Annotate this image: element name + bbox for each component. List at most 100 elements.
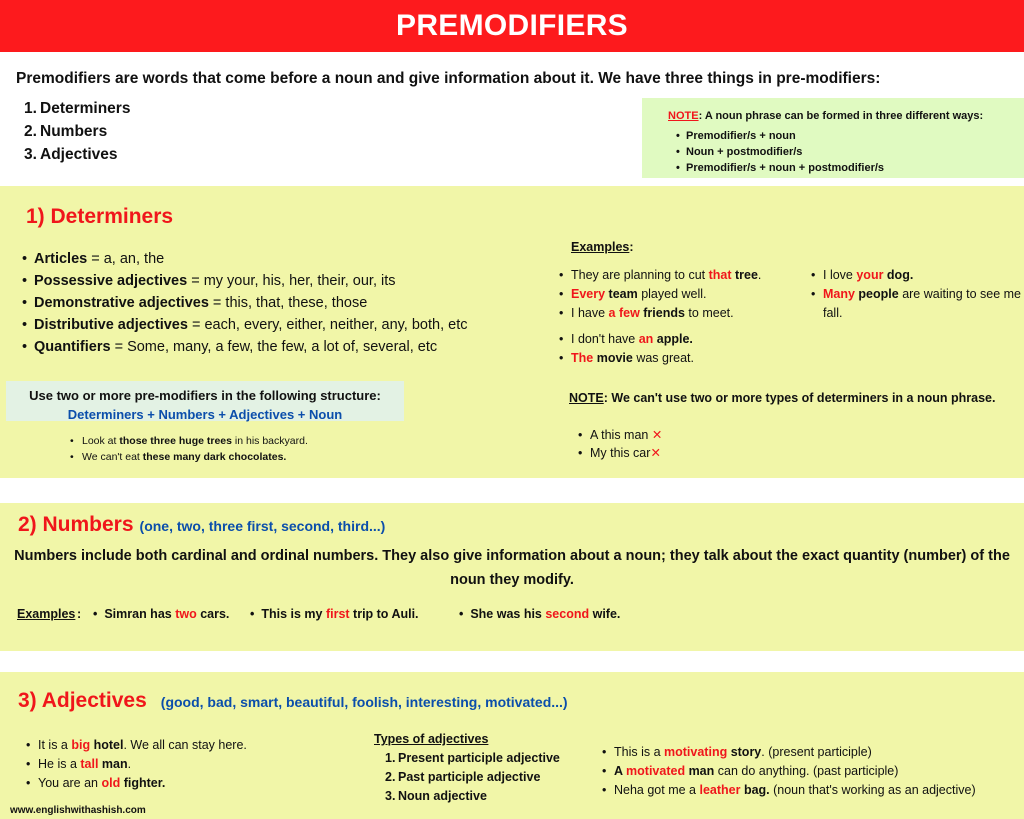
item-number: 1.	[24, 100, 37, 117]
item-number: 2.	[385, 770, 396, 784]
adjectives-heading: 3) Adjectives (good, bad, smart, beautifu…	[18, 689, 568, 713]
note-label: NOTE	[569, 391, 604, 405]
text: Look at	[82, 435, 120, 447]
text: .	[127, 757, 132, 771]
highlight: motivated	[626, 764, 686, 778]
determiner-examples-col1b: I don't have an apple. The movie was gre…	[571, 330, 694, 368]
examples-label: Examples	[17, 607, 76, 621]
noun: man	[98, 757, 128, 771]
term: Distributive adjectives	[34, 317, 188, 333]
intro-text: Premodifiers are words that come before …	[16, 70, 881, 87]
text: was great.	[632, 351, 694, 365]
adjectives-title: 3) Adjectives	[18, 689, 147, 712]
list-item: 2. Past participle adjective	[385, 768, 560, 787]
values: = Some, many, a few, the few, a lot of, …	[110, 339, 438, 355]
example-item: • Simran has two cars.	[93, 607, 230, 621]
noun: movie	[593, 351, 633, 365]
highlight: second	[545, 607, 590, 621]
text: We can't eat	[82, 451, 143, 463]
adjective-examples: It is a big hotel. We all can stay here.…	[38, 736, 247, 793]
list-item: 1. Determiners	[24, 97, 130, 120]
numbers-description: Numbers include both cardinal and ordina…	[14, 548, 1010, 588]
example-item: He is a tall man.	[38, 755, 247, 774]
numbers-subtitle: (one, two, three first, second, third...…	[139, 518, 386, 534]
highlight: your	[856, 268, 884, 282]
cross-icon: ✕	[650, 446, 661, 460]
text: .	[757, 268, 762, 282]
highlight: leather	[699, 783, 741, 797]
example-item: I love your dog.	[823, 266, 1023, 285]
list-item: 3. Adjectives	[24, 143, 130, 166]
structure-examples: Look at those three huge trees in his ba…	[82, 433, 308, 465]
values: = a, an, the	[87, 251, 165, 267]
numbers-examples: Examples: • Simran has two cars. • This …	[17, 607, 1017, 627]
example-item: Every team played well.	[571, 285, 761, 304]
text: Neha got me a	[614, 783, 700, 797]
term: Quantifiers	[34, 339, 111, 355]
text: I don't have	[571, 332, 639, 346]
text: My this car	[590, 446, 651, 460]
text: This is a	[614, 745, 665, 759]
note-text: : A noun phrase can be formed in three d…	[698, 110, 984, 122]
item-number: 3.	[24, 146, 37, 163]
text: A this man	[590, 428, 652, 442]
text: . We all can stay here.	[123, 738, 247, 752]
adjective-types-list: 1. Present participle adjective 2. Past pa…	[385, 749, 560, 806]
text: A	[614, 764, 627, 778]
note-text: : We can't use two or more types of dete…	[603, 391, 996, 405]
highlight: Every	[571, 287, 606, 301]
highlight: that	[708, 268, 732, 282]
noun: team	[605, 287, 638, 301]
note-box: NOTE: A noun phrase can be formed in thr…	[642, 98, 1024, 178]
example-item: Many people are waiting to see me fall.	[823, 285, 1023, 323]
list-item: Articles = a, an, the	[34, 248, 468, 270]
list-item: Distributive adjectives = each, every, e…	[34, 314, 468, 336]
numbers-title: 2) Numbers	[18, 513, 134, 536]
structure-box: Use two or more pre-modifiers in the fol…	[6, 381, 404, 422]
text: They are planning to cut	[571, 268, 709, 282]
determiner-types-list: Articles = a, an, the Possessive adjecti…	[34, 248, 468, 358]
text: can do anything. (past participle)	[714, 764, 899, 778]
text: This is my	[261, 607, 326, 621]
noun: tree	[731, 268, 758, 282]
example-item: Neha got me a leather bag. (noun that's …	[614, 781, 976, 800]
examples-label: Examples	[571, 240, 630, 254]
adjectives-subtitle: (good, bad, smart, beautiful, foolish, i…	[160, 694, 568, 710]
values: = each, every, either, neither, any, bot…	[187, 317, 468, 333]
example-item: • She was his second wife.	[459, 607, 621, 621]
highlight: first	[325, 607, 350, 621]
list-item: Noun + postmodifier/s	[686, 144, 884, 160]
determiners-title: 1) Determiners	[26, 205, 174, 228]
noun: man	[685, 764, 715, 778]
highlight: an	[638, 332, 654, 346]
website-link[interactable]: www.englishwithashish.com	[10, 805, 146, 816]
noun: dog.	[883, 268, 914, 282]
text: in his backyard.	[232, 435, 308, 447]
numbers-heading: 2) Numbers (one, two, three first, second…	[18, 513, 385, 537]
structure-formula: Determiners + Numbers + Adjectives + Nou…	[67, 407, 343, 422]
text: (noun that's working as an adjective)	[769, 783, 976, 797]
determiner-examples-col2: I love your dog. Many people are waiting…	[823, 266, 1023, 323]
list-item: 3. Noun adjective	[385, 787, 560, 806]
example-item: A motivated man can do anything. (past p…	[614, 762, 976, 781]
highlight: tall	[80, 757, 99, 771]
highlight: old	[101, 776, 121, 790]
noun: friends	[639, 306, 685, 320]
text: Simran has	[104, 607, 176, 621]
highlight: a few	[608, 306, 640, 320]
item-label: Adjectives	[40, 146, 118, 163]
item-number: 2.	[24, 123, 37, 140]
noun: hotel	[90, 738, 124, 752]
highlight: big	[71, 738, 91, 752]
note-list: Premodifier/s + noun Noun + postmodifier…	[686, 128, 884, 176]
list-item: Possessive adjectives = my your, his, he…	[34, 270, 468, 292]
noun: apple.	[653, 332, 693, 346]
list-item: Demonstrative adjectives = this, that, t…	[34, 292, 468, 314]
determiner-note: NOTE: We can't use two or more types of …	[569, 391, 995, 405]
term: Possessive adjectives	[34, 273, 188, 289]
example-item: A this man ✕	[590, 426, 662, 444]
text: cars.	[196, 607, 230, 621]
noun: story	[727, 745, 762, 759]
item-number: 3.	[385, 789, 396, 803]
title-bar: PREMODIFIERS	[0, 0, 1024, 52]
